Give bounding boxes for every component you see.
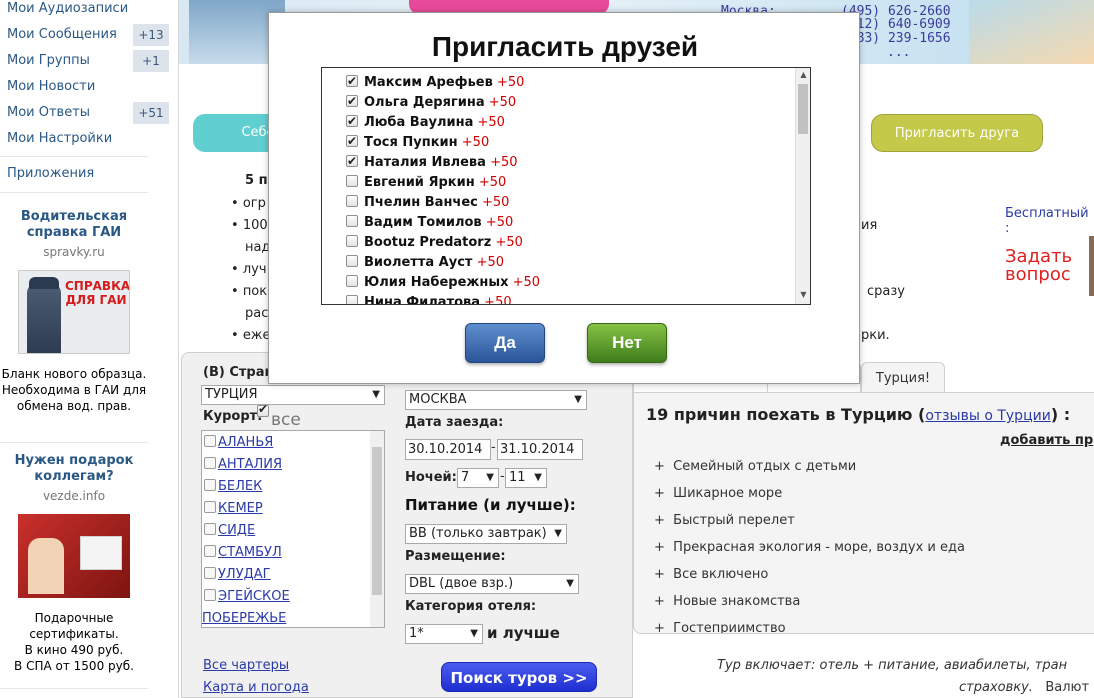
checkbox-icon[interactable] bbox=[346, 235, 358, 247]
friend-item[interactable]: Ольга Дерягина +50 bbox=[346, 92, 516, 114]
dialog-title: Пригласить друзей bbox=[431, 31, 699, 62]
friend-item[interactable]: Пчелин Ванчес +50 bbox=[346, 194, 509, 214]
friends-list[interactable]: Максим Арефьев +50 Ольга Дерягина +50 Лю… bbox=[321, 67, 811, 305]
scroll-thumb[interactable] bbox=[798, 84, 808, 134]
friends-list-scrollbar[interactable]: ▲ ▼ bbox=[795, 68, 810, 304]
yes-button[interactable]: Да bbox=[465, 323, 545, 363]
no-button[interactable]: Нет bbox=[587, 323, 667, 363]
scroll-down-arrow-icon[interactable]: ▼ bbox=[796, 290, 810, 299]
friend-item[interactable]: Люба Ваулина +50 bbox=[346, 112, 505, 134]
checkbox-icon[interactable] bbox=[346, 295, 358, 304]
friend-item[interactable]: Вадим Томилов +50 bbox=[346, 214, 513, 234]
checkbox-icon[interactable] bbox=[346, 132, 358, 150]
checkbox-icon[interactable] bbox=[346, 72, 358, 90]
checkbox-icon[interactable] bbox=[346, 175, 358, 187]
friend-item[interactable]: Максим Арефьев +50 bbox=[346, 72, 524, 94]
friend-item[interactable]: Виолетта Ауст +50 bbox=[346, 254, 504, 274]
scroll-up-arrow-icon[interactable]: ▲ bbox=[796, 70, 810, 79]
checkbox-icon[interactable] bbox=[346, 152, 358, 170]
checkbox-icon[interactable] bbox=[346, 112, 358, 130]
checkbox-icon[interactable] bbox=[346, 275, 358, 287]
friend-item[interactable]: Евгений Яркин +50 bbox=[346, 174, 506, 194]
friend-item[interactable]: Тося Пупкин +50 bbox=[346, 132, 489, 154]
friend-item[interactable]: Наталия Ивлева +50 bbox=[346, 152, 518, 174]
friend-item[interactable]: Bootuz Predatorz +50 bbox=[346, 234, 523, 254]
checkbox-icon[interactable] bbox=[346, 215, 358, 227]
friend-item[interactable]: Нина Филатова +50 bbox=[346, 294, 512, 304]
checkbox-icon[interactable] bbox=[346, 255, 358, 267]
checkbox-icon[interactable] bbox=[346, 195, 358, 207]
checkbox-icon[interactable] bbox=[346, 92, 358, 110]
invite-friends-dialog: Пригласить друзей Максим Арефьев +50 Оль… bbox=[268, 12, 860, 384]
friend-item[interactable]: Юлия Набережных +50 bbox=[346, 274, 540, 294]
